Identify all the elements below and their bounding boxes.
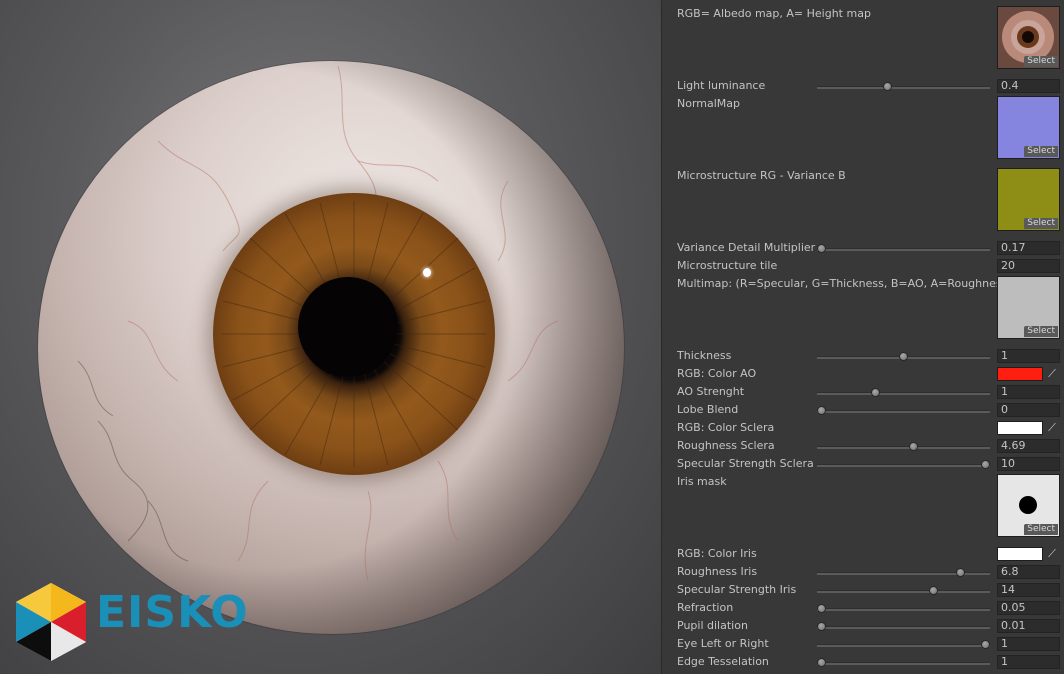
microstructure-select-button[interactable]: Select <box>1024 218 1058 229</box>
pupil-dilation-label: Pupil dilation <box>677 619 748 632</box>
specular-sclera-slider[interactable] <box>817 464 990 467</box>
ao-strength-field[interactable]: 1 <box>997 385 1060 399</box>
lobe-blend-slider[interactable] <box>817 410 990 413</box>
ao-strength-label: AO Strenght <box>677 385 745 398</box>
color-ao-eyedropper-icon[interactable]: ⟋ <box>1046 367 1058 381</box>
iris-mask-texture-slot[interactable]: Select <box>997 474 1060 537</box>
lobe-blend-field[interactable]: 0 <box>997 403 1060 417</box>
roughness-iris-field[interactable]: 6.8 <box>997 565 1060 579</box>
color-iris-swatch[interactable] <box>997 547 1043 561</box>
variance-detail-label: Variance Detail Multiplier <box>677 241 816 254</box>
specular-iris-thumb[interactable] <box>928 586 938 595</box>
edge-tesselation-slider[interactable] <box>817 662 990 665</box>
color-ao-label: RGB: Color AO <box>677 367 757 380</box>
ao-strength-thumb[interactable] <box>871 388 881 397</box>
color-iris-label: RGB: Color Iris <box>677 547 757 560</box>
roughness-iris-label: Roughness Iris <box>677 565 758 578</box>
specular-sclera-thumb[interactable] <box>981 460 990 469</box>
color-sclera-label: RGB: Color Sclera <box>677 421 775 434</box>
albedo-texture-slot[interactable]: Select <box>997 6 1060 69</box>
refraction-label: Refraction <box>677 601 734 614</box>
color-iris-eyedropper-icon[interactable]: ⟋ <box>1046 547 1058 561</box>
light-luminance-field[interactable]: 0.4 <box>997 79 1060 93</box>
color-ao-swatch[interactable] <box>997 367 1043 381</box>
logo-text: EISKO <box>96 587 249 638</box>
roughness-sclera-slider[interactable] <box>817 446 990 449</box>
material-inspector-panel: RGB= Albedo map, A= Height map Select Li… <box>661 0 1064 674</box>
multimap-label: Multimap: (R=Specular, G=Thickness, B=AO… <box>677 277 997 290</box>
albedo-select-button[interactable]: Select <box>1024 56 1058 67</box>
specular-sclera-field[interactable]: 10 <box>997 457 1060 471</box>
multimap-texture-slot[interactable]: Select <box>997 276 1060 339</box>
pupil-dilation-thumb[interactable] <box>817 622 826 631</box>
eye-left-right-label: Eye Left or Right <box>677 637 769 650</box>
edge-tesselation-label: Edge Tesselation <box>677 655 769 668</box>
refraction-field[interactable]: 0.05 <box>997 601 1060 615</box>
edge-tesselation-field[interactable]: 1 <box>997 655 1060 669</box>
variance-detail-field[interactable]: 0.17 <box>997 241 1060 255</box>
albedo-map-label: RGB= Albedo map, A= Height map <box>677 7 871 20</box>
edge-tesselation-thumb[interactable] <box>817 658 826 667</box>
roughness-sclera-field[interactable]: 4.69 <box>997 439 1060 453</box>
light-luminance-label: Light luminance <box>677 79 766 92</box>
thickness-field[interactable]: 1 <box>997 349 1060 363</box>
eye-left-right-thumb[interactable] <box>981 640 990 649</box>
pupil-dilation-field[interactable]: 0.01 <box>997 619 1060 633</box>
lobe-blend-label: Lobe Blend <box>677 403 739 416</box>
thickness-thumb[interactable] <box>899 352 908 361</box>
scene-viewport[interactable]: EISKO <box>0 0 661 674</box>
multimap-select-button[interactable]: Select <box>1024 326 1058 337</box>
light-luminance-slider[interactable] <box>817 86 990 89</box>
pupil-dilation-slider[interactable] <box>817 626 990 629</box>
normal-map-texture-slot[interactable]: Select <box>997 96 1060 159</box>
specular-iris-field[interactable]: 14 <box>997 583 1060 597</box>
specular-highlight <box>423 268 431 277</box>
microstructure-label: Microstructure RG - Variance B <box>677 169 846 182</box>
microstructure-texture-slot[interactable]: Select <box>997 168 1060 231</box>
microstructure-tile-field[interactable]: 20 <box>997 259 1060 273</box>
refraction-slider[interactable] <box>817 608 990 611</box>
light-luminance-thumb[interactable] <box>882 82 892 91</box>
specular-iris-label: Specular Strength Iris <box>677 583 797 596</box>
normal-map-select-button[interactable]: Select <box>1024 146 1058 157</box>
lobe-blend-thumb[interactable] <box>817 406 826 415</box>
roughness-iris-thumb[interactable] <box>956 568 966 577</box>
roughness-sclera-thumb[interactable] <box>908 442 918 451</box>
pupil <box>298 277 398 377</box>
specular-iris-slider[interactable] <box>817 590 990 593</box>
ao-strength-slider[interactable] <box>817 392 990 395</box>
iris-mask-label: Iris mask <box>677 475 727 488</box>
microstructure-tile-label: Microstructure tile <box>677 259 778 272</box>
roughness-sclera-label: Roughness Sclera <box>677 439 775 452</box>
eisko-logo-icon <box>16 583 86 661</box>
iris-mask-select-button[interactable]: Select <box>1024 524 1058 535</box>
color-sclera-swatch[interactable] <box>997 421 1043 435</box>
eye-left-right-field[interactable]: 1 <box>997 637 1060 651</box>
eye-left-right-slider[interactable] <box>817 644 990 647</box>
variance-detail-thumb[interactable] <box>817 244 826 253</box>
refraction-thumb[interactable] <box>817 604 826 613</box>
specular-sclera-label: Specular Strength Sclera <box>677 457 814 470</box>
thickness-label: Thickness <box>677 349 732 362</box>
color-sclera-eyedropper-icon[interactable]: ⟋ <box>1046 421 1058 435</box>
normal-map-label: NormalMap <box>677 97 741 110</box>
variance-detail-slider[interactable] <box>817 248 990 251</box>
